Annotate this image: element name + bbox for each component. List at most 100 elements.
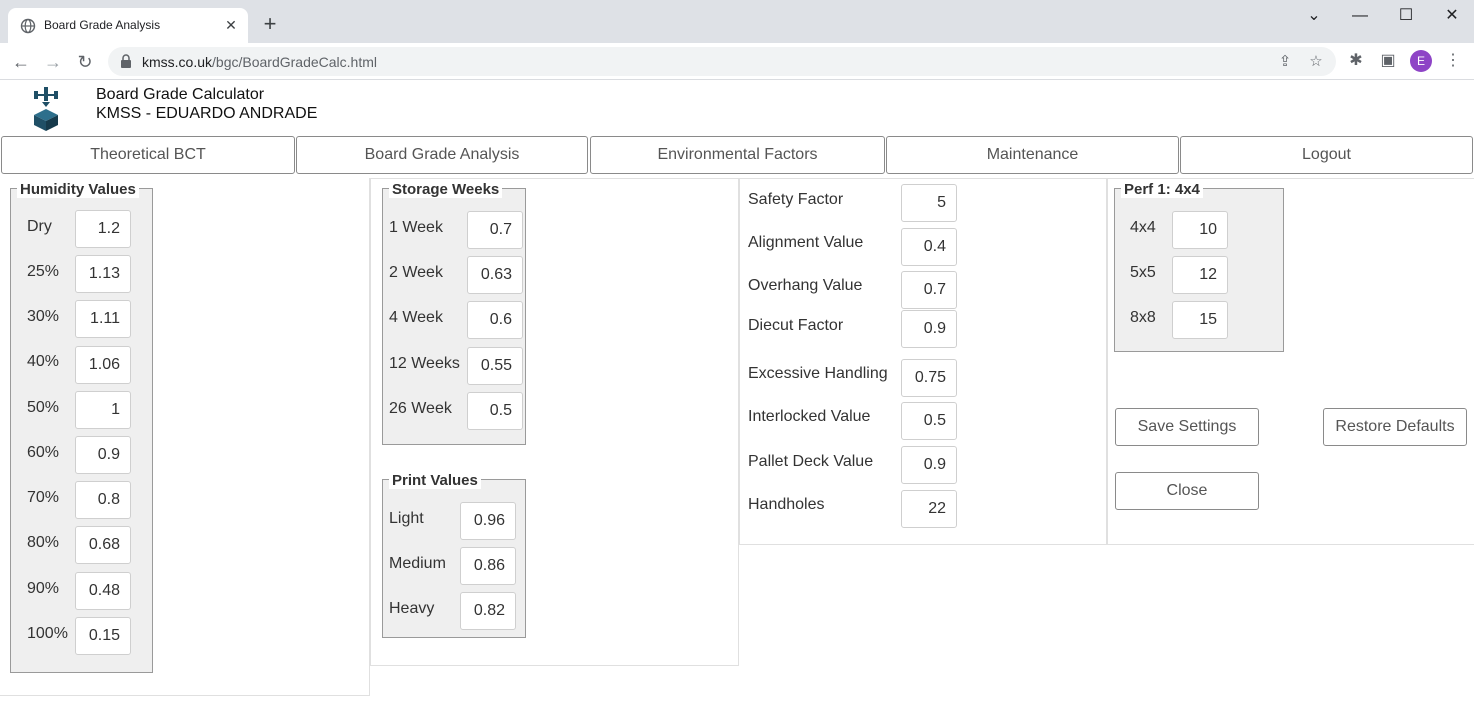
minimize-icon[interactable]: —	[1340, 6, 1380, 26]
humidity-label-100: 100%	[27, 625, 68, 642]
profile-avatar[interactable]: E	[1410, 50, 1432, 72]
storage-label-12-weeks: 12 Weeks	[389, 355, 460, 372]
save-settings-button[interactable]: Save Settings	[1115, 408, 1259, 446]
humidity-panel: Humidity Values Dry 25% 30% 40% 50% 60% …	[0, 178, 370, 696]
app-title: Board Grade Calculator	[96, 86, 265, 103]
perf-input-4x4[interactable]	[1172, 211, 1228, 249]
humidity-label-90: 90%	[27, 580, 60, 597]
app-header: Board Grade Calculator KMSS - EDUARDO AN…	[0, 81, 1474, 133]
extensions-icon[interactable]: ✱	[1346, 51, 1366, 71]
factor-input-safety[interactable]	[901, 184, 957, 222]
app-user: KMSS - EDUARDO ANDRADE	[96, 105, 318, 122]
storage-label-2-week: 2 Week	[389, 264, 443, 281]
box-logo-icon	[34, 87, 58, 131]
perf-panel: Perf 1: 4x4 4x4 5x5 8x8 Save Settings Re…	[1107, 178, 1474, 545]
factor-label-safety: Safety Factor	[748, 191, 844, 208]
reload-icon[interactable]: ↻	[72, 49, 98, 75]
tab-logout[interactable]: Logout	[1180, 136, 1473, 174]
humidity-input-30[interactable]	[75, 300, 131, 338]
factor-input-diecut[interactable]	[901, 310, 957, 348]
menu-icon[interactable]: ⋮	[1443, 51, 1463, 71]
print-input-heavy[interactable]	[460, 592, 516, 630]
tab-maintenance[interactable]: Maintenance	[886, 136, 1179, 174]
storage-print-panel: Storage Weeks 1 Week 2 Week 4 Week 12 We…	[370, 178, 739, 666]
perf-fieldset: Perf 1: 4x4 4x4 5x5 8x8	[1114, 181, 1284, 352]
browser-toolbar: ← → ↻ kmss.co.uk/bgc/BoardGradeCalc.html…	[0, 43, 1474, 80]
factor-label-overhang: Overhang Value	[748, 277, 863, 294]
factor-input-interlocked[interactable]	[901, 402, 957, 440]
factor-label-handholes: Handholes	[748, 496, 825, 513]
restore-defaults-button[interactable]: Restore Defaults	[1323, 408, 1467, 446]
humidity-label-80: 80%	[27, 534, 60, 551]
factor-input-excessive-handling[interactable]	[901, 359, 957, 397]
humidity-label-50: 50%	[27, 399, 60, 416]
humidity-label-60: 60%	[27, 444, 60, 461]
storage-input-26-week[interactable]	[467, 392, 523, 430]
chevron-down-icon[interactable]: ⌄	[1294, 6, 1334, 26]
address-bar[interactable]: kmss.co.uk/bgc/BoardGradeCalc.html ⇪ ☆	[108, 47, 1336, 76]
close-icon[interactable]: ✕	[222, 16, 240, 34]
tab-title: Board Grade Analysis	[44, 18, 161, 32]
main-nav: Theoretical BCT Board Grade Analysis Env…	[0, 135, 1474, 175]
humidity-input-50[interactable]	[75, 391, 131, 429]
storage-legend: Storage Weeks	[389, 181, 503, 198]
storage-input-2-week[interactable]	[467, 256, 523, 294]
browser-tab[interactable]: Board Grade Analysis ✕	[8, 8, 248, 43]
humidity-input-25[interactable]	[75, 255, 131, 293]
perf-input-5x5[interactable]	[1172, 256, 1228, 294]
forward-icon[interactable]: →	[40, 49, 66, 75]
storage-label-26-week: 26 Week	[389, 400, 452, 417]
factor-input-handholes[interactable]	[901, 490, 957, 528]
perf-label-8x8: 8x8	[1130, 309, 1156, 326]
humidity-input-70[interactable]	[75, 481, 131, 519]
factor-label-pallet-deck: Pallet Deck Value	[748, 453, 874, 470]
perf-label-4x4: 4x4	[1130, 219, 1156, 236]
storage-input-1-week[interactable]	[467, 211, 523, 249]
back-icon[interactable]: ←	[8, 49, 34, 75]
factor-input-pallet-deck[interactable]	[901, 446, 957, 484]
tab-theoretical-bct[interactable]: Theoretical BCT	[1, 136, 295, 174]
humidity-input-90[interactable]	[75, 572, 131, 610]
factors-panel: Safety Factor Alignment Value Overhang V…	[739, 178, 1107, 545]
plus-icon[interactable]: +	[258, 12, 282, 36]
print-legend: Print Values	[389, 472, 481, 489]
storage-fieldset: Storage Weeks 1 Week 2 Week 4 Week 12 We…	[382, 181, 526, 445]
humidity-input-40[interactable]	[75, 346, 131, 384]
perf-legend: Perf 1: 4x4	[1121, 181, 1203, 198]
humidity-label-30: 30%	[27, 308, 60, 325]
storage-label-1-week: 1 Week	[389, 219, 443, 236]
humidity-label-70: 70%	[27, 489, 60, 506]
window-close-icon[interactable]: ✕	[1432, 6, 1472, 26]
sidepanel-icon[interactable]: ▣	[1378, 51, 1398, 71]
close-button[interactable]: Close	[1115, 472, 1259, 510]
star-icon[interactable]: ☆	[1307, 54, 1325, 70]
humidity-input-100[interactable]	[75, 617, 131, 655]
print-input-medium[interactable]	[460, 547, 516, 585]
humidity-label-dry: Dry	[27, 218, 52, 235]
humidity-label-40: 40%	[27, 353, 60, 370]
browser-tabstrip: Board Grade Analysis ✕ + ⌄ — ☐ ✕	[0, 0, 1474, 43]
tab-board-grade-analysis[interactable]: Board Grade Analysis	[296, 136, 588, 174]
perf-input-8x8[interactable]	[1172, 301, 1228, 339]
tab-environmental-factors[interactable]: Environmental Factors	[590, 136, 885, 174]
print-label-light: Light	[389, 510, 424, 527]
share-icon[interactable]: ⇪	[1276, 54, 1294, 70]
humidity-input-80[interactable]	[75, 526, 131, 564]
factor-label-alignment: Alignment Value	[748, 234, 864, 251]
factor-input-alignment[interactable]	[901, 228, 957, 266]
factor-input-overhang[interactable]	[901, 271, 957, 309]
print-fieldset: Print Values Light Medium Heavy	[382, 472, 526, 638]
storage-input-12-weeks[interactable]	[467, 347, 523, 385]
print-label-heavy: Heavy	[389, 600, 435, 617]
perf-label-5x5: 5x5	[1130, 264, 1156, 281]
humidity-input-60[interactable]	[75, 436, 131, 474]
maximize-icon[interactable]: ☐	[1386, 6, 1426, 26]
print-input-light[interactable]	[460, 502, 516, 540]
storage-input-4-week[interactable]	[467, 301, 523, 339]
storage-label-4-week: 4 Week	[389, 309, 443, 326]
url-text: kmss.co.uk/bgc/BoardGradeCalc.html	[142, 54, 377, 70]
humidity-input-dry[interactable]	[75, 210, 131, 248]
factor-label-excessive-handling: Excessive Handling	[748, 365, 888, 382]
humidity-label-25: 25%	[27, 263, 60, 280]
globe-icon	[20, 18, 36, 34]
